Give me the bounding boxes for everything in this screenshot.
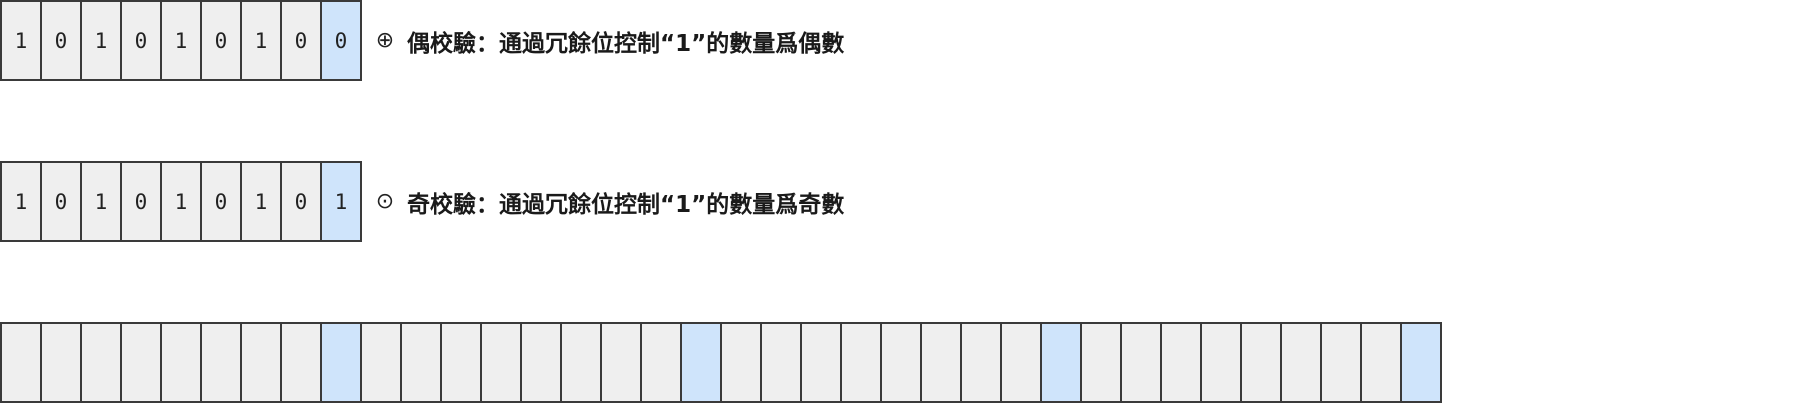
block-bit-cell xyxy=(42,324,82,401)
odd-bit-cell: 1 xyxy=(2,163,42,240)
even-bit-cell: 1 xyxy=(162,2,202,79)
block-bit-cell xyxy=(602,324,642,401)
block-bit-cell xyxy=(842,324,882,401)
block-bit-cell xyxy=(202,324,242,401)
even-bit-cell: 0 xyxy=(202,2,242,79)
even-bit-cell: 0 xyxy=(282,2,322,79)
block-bit-cell xyxy=(442,324,482,401)
block-bit-cell xyxy=(282,324,322,401)
block-parity-bit-cell xyxy=(682,324,722,401)
even-bit-cell: 0 xyxy=(122,2,162,79)
even-bit-cell: 1 xyxy=(82,2,122,79)
block-bit-cell xyxy=(1322,324,1362,401)
block-bit-cell xyxy=(122,324,162,401)
block-bit-cell xyxy=(802,324,842,401)
even-parity-caption: 偶校驗：通過冗餘位控制“1”的數量爲偶數 xyxy=(407,30,845,57)
block-bit-cell xyxy=(522,324,562,401)
block-bit-cell xyxy=(1122,324,1162,401)
odd-parity-row: 101010101 ⊙ 奇校驗：通過冗餘位控制“1”的數量爲奇數 xyxy=(0,161,844,242)
odd-parity-bit-cell: 1 xyxy=(322,163,362,240)
odd-parity-bit-sequence: 101010101 xyxy=(0,161,362,242)
block-bit-cell xyxy=(1202,324,1242,401)
block-bit-cell xyxy=(962,324,1002,401)
block-bit-cell xyxy=(1002,324,1042,401)
block-bit-cell xyxy=(922,324,962,401)
block-bit-cell xyxy=(642,324,682,401)
odd-bit-cell: 0 xyxy=(122,163,162,240)
block-bit-cell xyxy=(162,324,202,401)
odd-bit-cell: 1 xyxy=(162,163,202,240)
block-bit-cell xyxy=(402,324,442,401)
even-bit-cell: 1 xyxy=(242,2,282,79)
block-bit-cell xyxy=(482,324,522,401)
even-parity-bit-sequence: 101010100 xyxy=(0,0,362,81)
block-bit-cell xyxy=(1282,324,1322,401)
block-bit-cell xyxy=(1162,324,1202,401)
odd-bit-cell: 0 xyxy=(202,163,242,240)
block-bit-cell xyxy=(1082,324,1122,401)
block-bit-cell xyxy=(2,324,42,401)
block-bit-cell xyxy=(882,324,922,401)
even-parity-row: 101010100 ⊕ 偶校驗：通過冗餘位控制“1”的數量爲偶數 xyxy=(0,0,844,81)
even-bit-cell: 1 xyxy=(2,2,42,79)
block-bit-cell xyxy=(762,324,802,401)
block-bit-cell xyxy=(562,324,602,401)
xor-operator-symbol: ⊕ xyxy=(375,28,395,53)
even-parity-bit-cell: 0 xyxy=(322,2,362,79)
block-bit-cell xyxy=(722,324,762,401)
block-bit-sequence xyxy=(0,322,1442,403)
block-bit-cell xyxy=(242,324,282,401)
block-parity-row xyxy=(0,322,1442,403)
odd-parity-caption: 奇校驗：通過冗餘位控制“1”的數量爲奇數 xyxy=(407,191,845,218)
odd-bit-cell: 1 xyxy=(82,163,122,240)
even-bit-cell: 0 xyxy=(42,2,82,79)
block-bit-cell xyxy=(1242,324,1282,401)
odd-bit-cell: 0 xyxy=(282,163,322,240)
block-parity-bit-cell xyxy=(1042,324,1082,401)
xnor-operator-symbol: ⊙ xyxy=(375,189,395,214)
block-bit-cell xyxy=(82,324,122,401)
odd-bit-cell: 1 xyxy=(242,163,282,240)
odd-bit-cell: 0 xyxy=(42,163,82,240)
block-parity-bit-cell xyxy=(322,324,362,401)
block-parity-bit-cell xyxy=(1402,324,1442,401)
block-bit-cell xyxy=(1362,324,1402,401)
block-bit-cell xyxy=(362,324,402,401)
